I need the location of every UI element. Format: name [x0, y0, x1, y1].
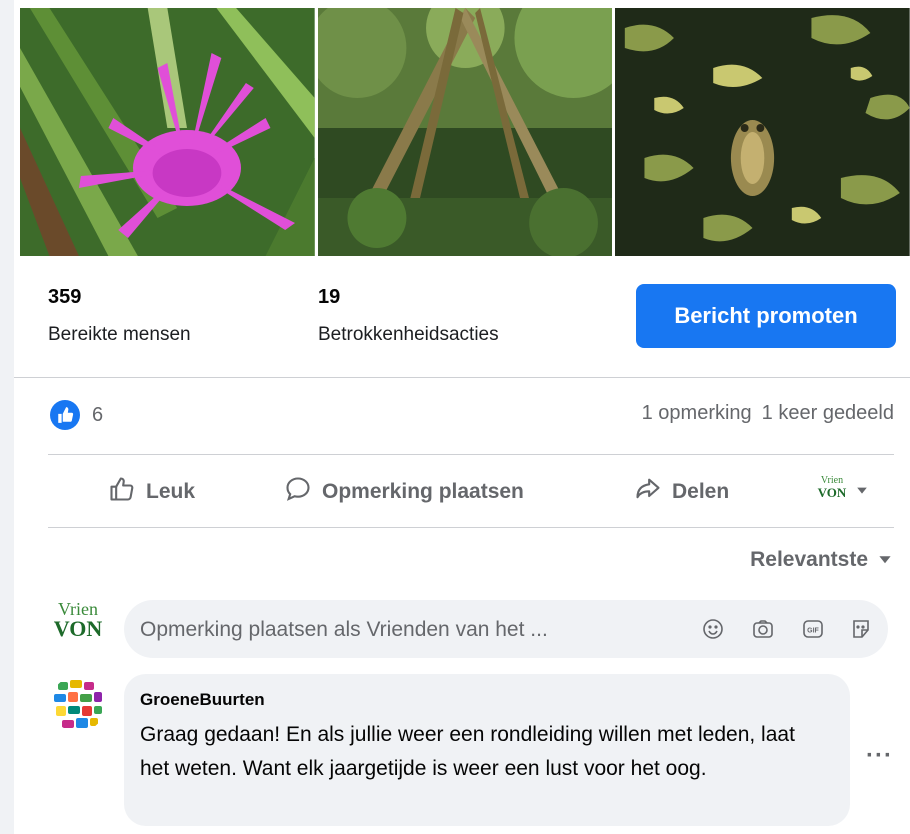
post-card: 359 Bereikte mensen 19 Betrokkenheidsact…	[14, 0, 910, 834]
camera-icon[interactable]	[748, 614, 778, 644]
reaction-count: 6	[92, 403, 104, 426]
divider	[14, 377, 910, 378]
engagement-label: Betrokkenheidsacties	[318, 324, 499, 345]
gif-icon[interactable]: GIF	[798, 614, 828, 644]
comment-input[interactable]	[138, 600, 682, 660]
commenter-avatar[interactable]	[50, 676, 106, 732]
engagement-summary: 1 opmerking 1 keer gedeeld	[642, 402, 894, 425]
sort-label: Relevantste	[750, 548, 868, 571]
thumbs-up-icon	[108, 475, 136, 509]
photo-flower[interactable]	[20, 8, 315, 256]
comments-count-link[interactable]: 1 opmerking	[642, 402, 752, 425]
share-label: Delen	[672, 480, 730, 503]
caret-down-icon	[878, 548, 892, 572]
like-reaction-icon	[50, 400, 80, 430]
divider	[48, 454, 894, 455]
comment-composer: GIF	[124, 600, 888, 660]
photo-grid	[20, 8, 910, 256]
comment-bubble: GroeneBuurten Graag gedaan! En als julli…	[124, 674, 850, 826]
like-label: Leuk	[146, 480, 196, 503]
reach-label: Bereikte mensen	[48, 324, 191, 345]
svg-text:GIF: GIF	[807, 628, 819, 635]
emoji-icon[interactable]	[698, 614, 728, 644]
promote-post-button[interactable]: Bericht promoten	[636, 284, 896, 348]
page-logo: Vrien VON	[817, 475, 847, 500]
comment-more-options-button[interactable]: ···	[866, 742, 893, 770]
divider	[48, 527, 894, 528]
photo-willow-hut[interactable]	[317, 8, 613, 256]
comment-label: Opmerking plaatsen	[322, 480, 524, 503]
page-identity-switcher[interactable]: Vrien VON	[814, 476, 868, 508]
shares-count-link[interactable]: 1 keer gedeeld	[762, 402, 894, 425]
post-insights: 359 Bereikte mensen 19 Betrokkenheidsact…	[14, 256, 910, 376]
comment-text: Graag gedaan! En als jullie weer een ron…	[140, 723, 795, 780]
reaction-summary[interactable]: 6	[50, 395, 103, 435]
sticker-icon[interactable]	[846, 614, 876, 644]
speech-bubble-icon	[284, 475, 312, 509]
feed-background	[0, 0, 14, 834]
comment-button[interactable]: Opmerking plaatsen	[284, 458, 524, 526]
share-arrow-icon	[634, 475, 662, 509]
engagement-value: 19	[318, 286, 341, 308]
caret-down-icon	[856, 483, 868, 501]
comment-author-link[interactable]: GroeneBuurten	[140, 690, 265, 710]
comment-sort-dropdown[interactable]: Relevantste	[750, 548, 892, 572]
share-button[interactable]: Delen	[634, 458, 729, 526]
action-bar: Leuk Opmerking plaatsen Delen Vrien VON	[14, 458, 910, 526]
photo-frog-pond[interactable]	[615, 8, 910, 256]
like-button[interactable]: Leuk	[108, 458, 195, 526]
page-avatar[interactable]: Vrien VON	[46, 596, 110, 652]
reach-value: 359	[48, 286, 82, 308]
